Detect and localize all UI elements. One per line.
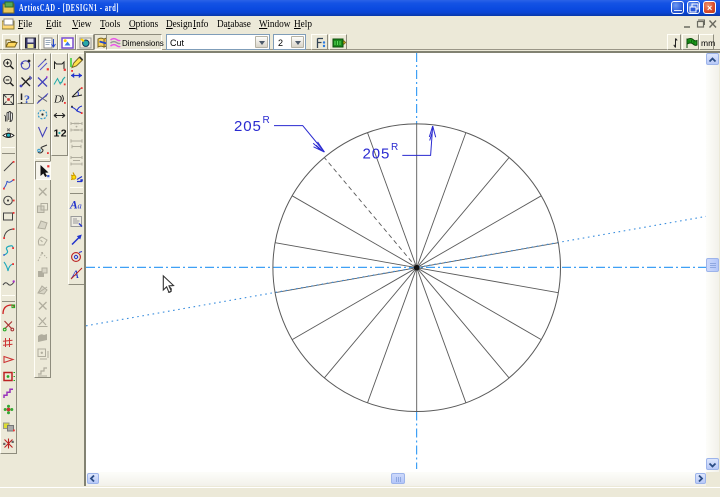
svg-text:A: A (71, 267, 80, 281)
svg-text:205: 205 (234, 118, 262, 135)
svg-text:R: R (263, 115, 270, 126)
svg-text:?: ? (24, 92, 30, 106)
svg-text:205: 205 (363, 146, 391, 163)
svg-text:a: a (78, 201, 82, 211)
svg-text:R: R (391, 142, 398, 153)
svg-text:2: 2 (61, 128, 67, 140)
svg-text:D: D (53, 94, 62, 106)
